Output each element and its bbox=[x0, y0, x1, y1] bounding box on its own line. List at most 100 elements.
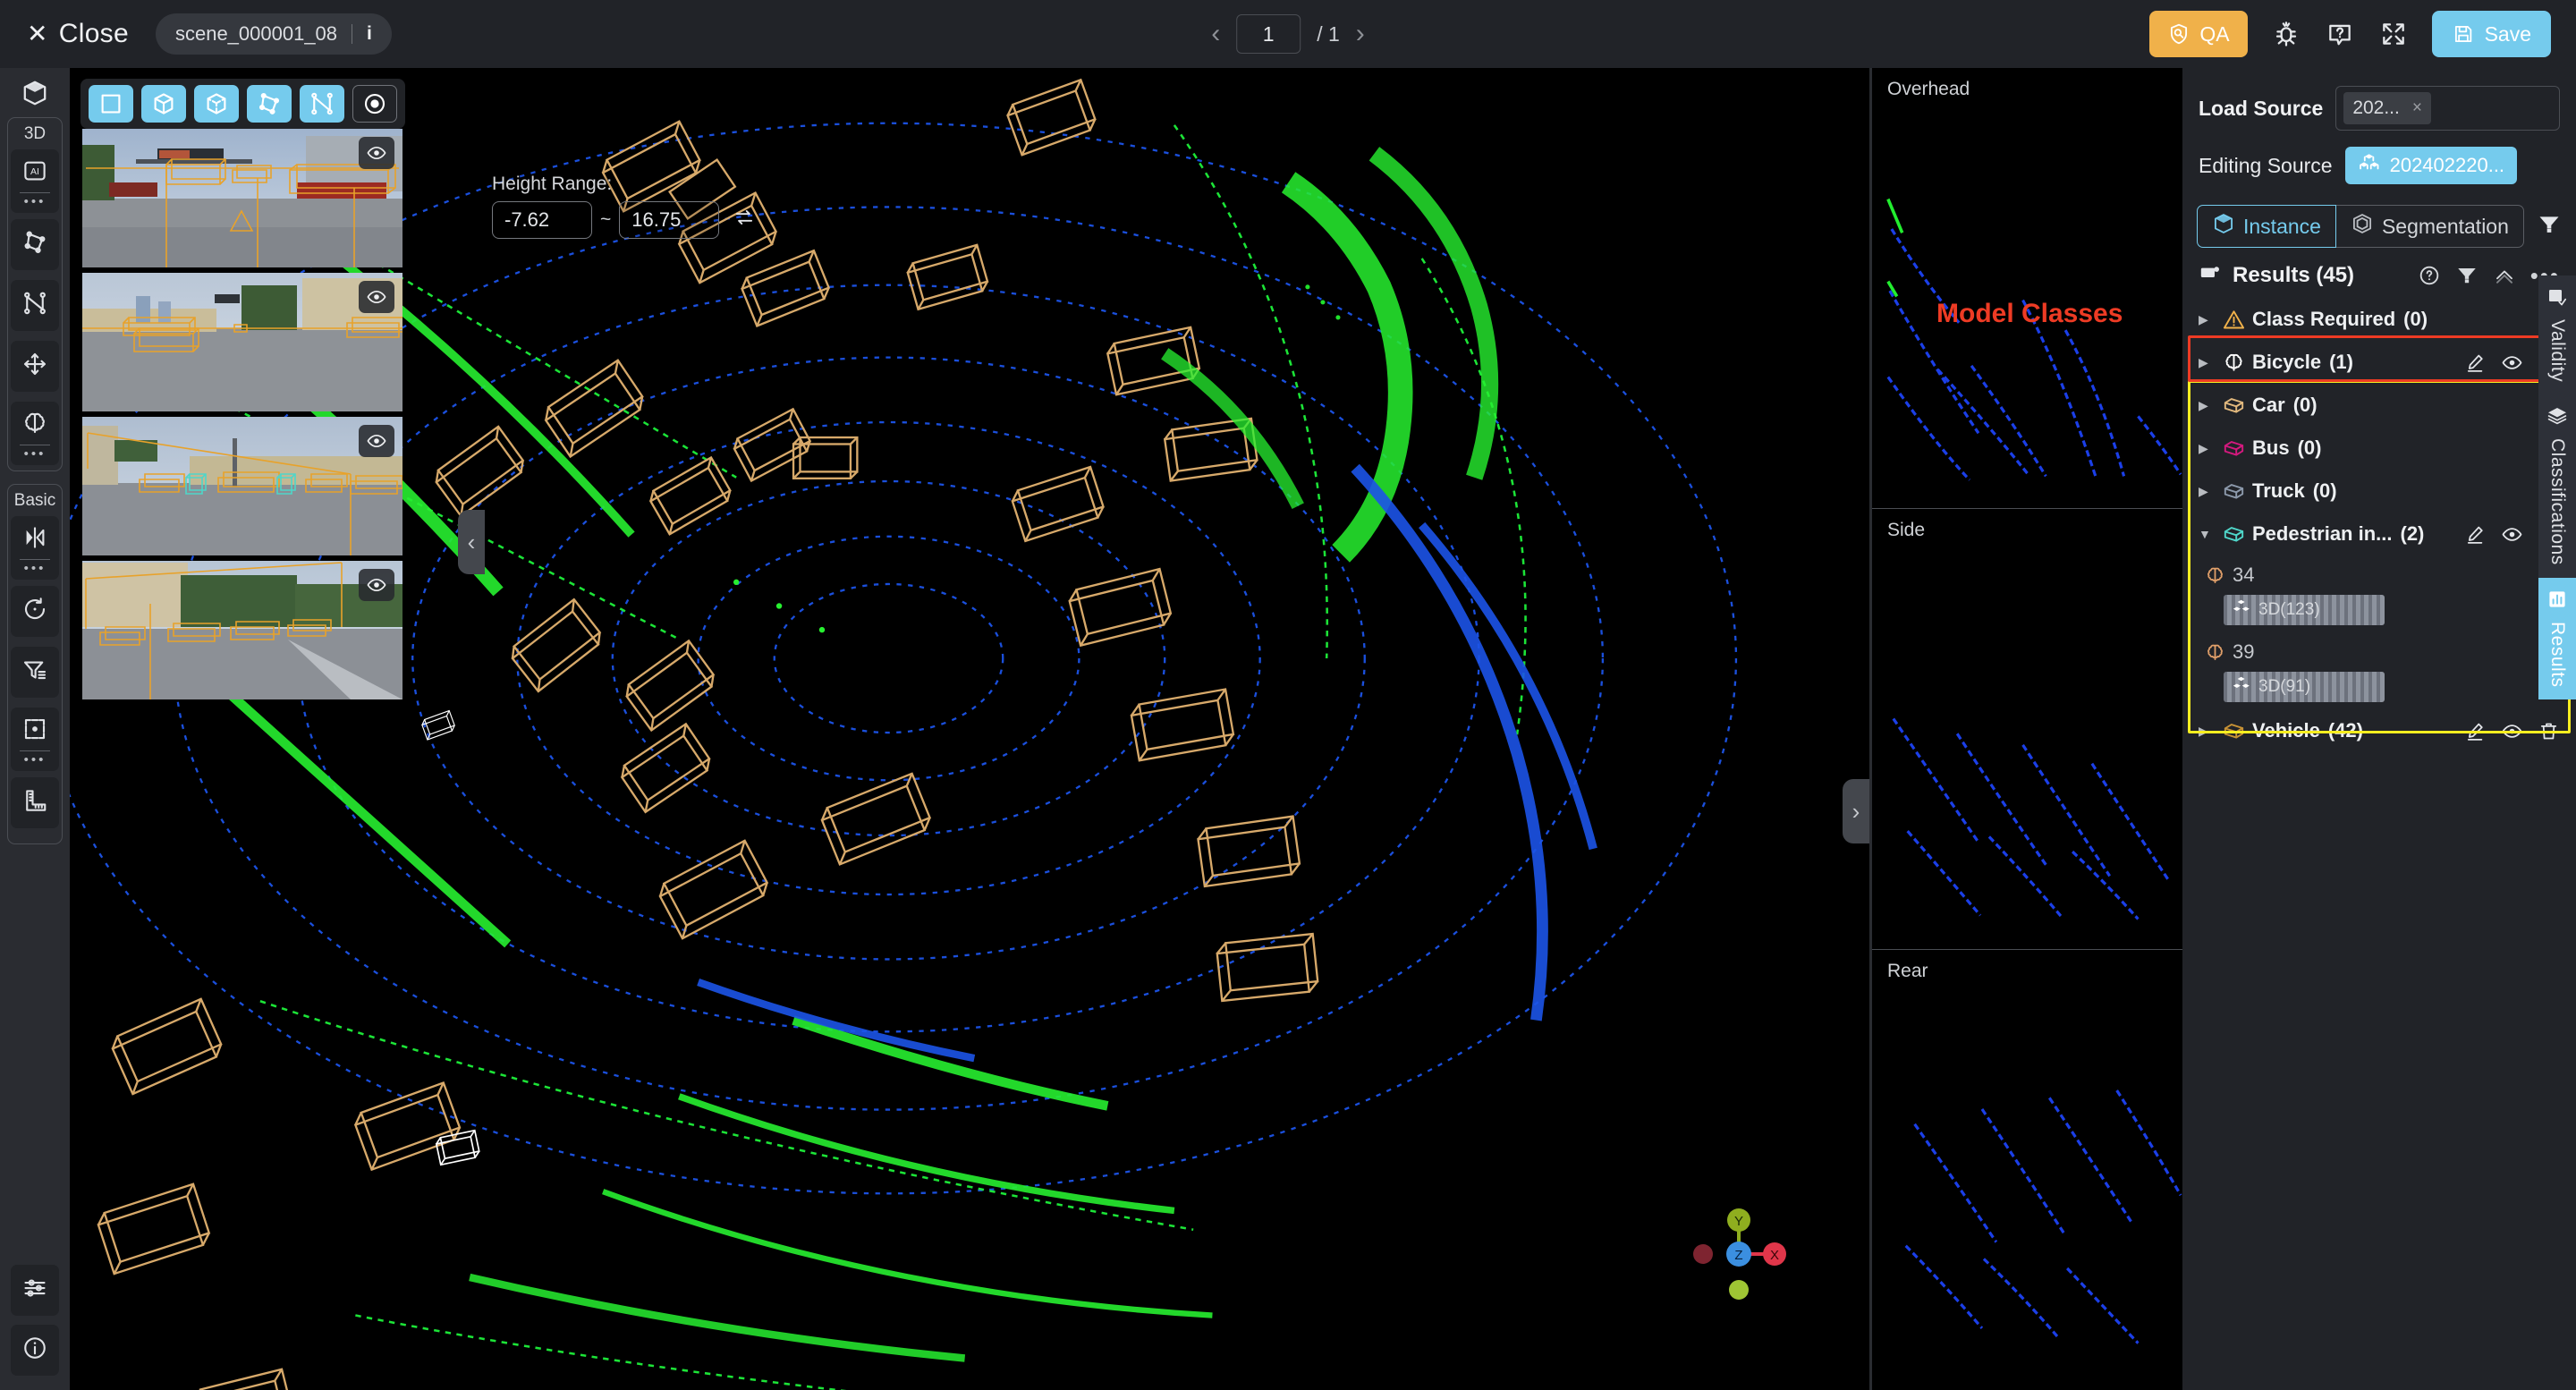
trash-icon[interactable] bbox=[2538, 720, 2560, 742]
tree-row-truck[interactable]: ▶ Truck (0) bbox=[2182, 470, 2576, 513]
swap-icon[interactable] bbox=[733, 206, 756, 234]
pencil-icon[interactable] bbox=[2464, 523, 2487, 546]
side-tab-results[interactable]: Results bbox=[2538, 577, 2576, 700]
load-source-field[interactable]: 202... × bbox=[2335, 86, 2560, 131]
cube-dashed-icon bbox=[207, 93, 226, 114]
close-button[interactable]: ✕ Close bbox=[27, 19, 129, 49]
instance-row-34[interactable]: 34 bbox=[2182, 555, 2576, 595]
help-icon[interactable] bbox=[2325, 19, 2355, 49]
settings-sliders-button[interactable] bbox=[11, 1265, 59, 1316]
collapse-camera-strip-button[interactable]: ‹ bbox=[458, 510, 485, 574]
model-tool-button[interactable]: ••• bbox=[11, 402, 59, 465]
camera-visibility-toggle[interactable] bbox=[359, 281, 394, 313]
polyline-mode-button[interactable] bbox=[300, 85, 344, 123]
measure-tool-button[interactable] bbox=[11, 777, 59, 828]
bug-icon[interactable] bbox=[2271, 19, 2301, 49]
help-circle-icon[interactable] bbox=[2418, 264, 2441, 287]
camera-visibility-toggle[interactable] bbox=[359, 425, 394, 457]
cube-dashed-mode-button[interactable] bbox=[194, 85, 239, 123]
panel-filter-icon[interactable] bbox=[2537, 212, 2562, 242]
chevron-right-icon[interactable]: ▶ bbox=[2199, 398, 2222, 413]
editing-source-chip[interactable]: 202402220... bbox=[2344, 147, 2518, 184]
fullscreen-icon[interactable] bbox=[2378, 19, 2409, 49]
chevron-right-icon[interactable]: ▶ bbox=[2199, 724, 2222, 739]
pencil-icon[interactable] bbox=[2464, 352, 2487, 374]
tree-row-bicycle[interactable]: ▶ Bicycle (1) bbox=[2182, 341, 2576, 384]
eye-icon[interactable] bbox=[2501, 352, 2523, 374]
tree-count: (42) bbox=[2327, 719, 2363, 742]
ai-tool-more[interactable]: ••• bbox=[20, 192, 50, 208]
mini-view-rear[interactable]: Rear bbox=[1872, 950, 2182, 1390]
mirror-tool-more[interactable]: ••• bbox=[20, 559, 50, 575]
axis-gizmo[interactable]: Y X Z bbox=[1685, 1200, 1792, 1308]
pencil-icon[interactable] bbox=[2464, 720, 2487, 742]
polygon-tool-button[interactable] bbox=[11, 219, 59, 270]
chevron-right-icon[interactable]: ▶ bbox=[2199, 312, 2222, 327]
chevron-down-icon[interactable]: ▼ bbox=[2199, 527, 2222, 541]
side-tab-label: Validity bbox=[2547, 319, 2568, 383]
mirror-icon bbox=[21, 524, 48, 555]
save-button[interactable]: Save bbox=[2431, 11, 2551, 57]
prev-page-icon[interactable]: ‹ bbox=[1211, 21, 1220, 47]
mini-view-side[interactable]: Side Dataset Classes bbox=[1872, 509, 2182, 950]
mirror-tool-button[interactable]: ••• bbox=[11, 516, 59, 580]
eye-icon[interactable] bbox=[2501, 720, 2523, 742]
camera-visibility-toggle[interactable] bbox=[359, 569, 394, 601]
tree-count: (1) bbox=[2329, 351, 2353, 373]
side-tab-validity[interactable]: Validity bbox=[2538, 275, 2576, 395]
chevron-right-icon: › bbox=[1852, 797, 1860, 825]
tree-row-vehicle[interactable]: ▶ Vehicle (42) bbox=[2182, 709, 2576, 752]
eye-icon bbox=[367, 578, 386, 592]
height-min-input[interactable]: -7.62 bbox=[492, 201, 592, 239]
scene-chip[interactable]: scene_000001_08 i bbox=[155, 13, 392, 55]
info-icon[interactable]: i bbox=[367, 23, 372, 45]
mini-view-overhead[interactable]: Overhead Model Classes bbox=[1872, 68, 2182, 509]
polygon-mode-button[interactable] bbox=[247, 85, 292, 123]
camera-thumb-rear[interactable] bbox=[82, 561, 402, 699]
info-circle-button[interactable] bbox=[11, 1325, 59, 1376]
polyline-tool-button[interactable] bbox=[11, 280, 59, 331]
chevron-right-icon[interactable]: ▶ bbox=[2199, 484, 2222, 499]
height-max-input[interactable]: 16.75 bbox=[619, 201, 720, 239]
instance-3d-chip-39[interactable]: 3D(91) bbox=[2224, 672, 2385, 702]
dot-circle-icon bbox=[364, 93, 386, 114]
tree-row-bus[interactable]: ▶ Bus (0) bbox=[2182, 427, 2576, 470]
undo-tool-button[interactable] bbox=[11, 586, 59, 637]
pointcloud-viewport[interactable]: ‹ › Height Range: -7.62 ~ 16.75 Y X Z bbox=[70, 68, 1869, 1390]
focus-tool-button[interactable]: ••• bbox=[11, 708, 59, 771]
camera-thumb-front-left[interactable] bbox=[82, 273, 402, 411]
cube-outline-icon bbox=[2222, 719, 2252, 743]
camera-thumb-front-right[interactable] bbox=[82, 417, 402, 555]
next-page-icon[interactable]: › bbox=[1356, 21, 1365, 47]
chevron-right-icon[interactable]: ▶ bbox=[2199, 355, 2222, 370]
ai-tool-button[interactable]: AI ••• bbox=[11, 149, 59, 213]
rect-2d-mode-button[interactable] bbox=[89, 85, 133, 123]
tree-row-car[interactable]: ▶ Car (0) bbox=[2182, 384, 2576, 427]
close-icon[interactable]: × bbox=[2412, 98, 2422, 118]
expand-mini-views-button[interactable]: › bbox=[1843, 779, 1869, 843]
move-tool-button[interactable] bbox=[11, 341, 59, 392]
eye-icon[interactable] bbox=[2501, 523, 2523, 546]
side-tab-classifications[interactable]: Classifications bbox=[2538, 394, 2576, 578]
camera-visibility-toggle[interactable] bbox=[359, 137, 394, 169]
tree-label: Bus bbox=[2252, 436, 2290, 459]
tab-instance[interactable]: Instance bbox=[2197, 205, 2336, 248]
tree-row-pedestrian-in[interactable]: ▼ Pedestrian in... (2) bbox=[2182, 513, 2576, 555]
point-mode-button[interactable] bbox=[352, 85, 397, 123]
filter-tool-button[interactable] bbox=[11, 647, 59, 698]
page-input[interactable]: 1 bbox=[1236, 14, 1301, 54]
cube-3d-mode-button[interactable] bbox=[141, 85, 186, 123]
instance-row-39[interactable]: 39 bbox=[2182, 632, 2576, 672]
camera-thumb-front[interactable] bbox=[82, 129, 402, 267]
tree-row-class-required[interactable]: ▶ Class Required (0) bbox=[2182, 298, 2576, 341]
qa-button[interactable]: QA bbox=[2149, 11, 2248, 57]
model-tool-more[interactable]: ••• bbox=[20, 445, 50, 461]
tree-count: (2) bbox=[2400, 522, 2425, 545]
tab-segmentation[interactable]: Segmentation bbox=[2335, 205, 2524, 248]
focus-tool-more[interactable]: ••• bbox=[20, 750, 50, 767]
instance-3d-chip-34[interactable]: 3D(123) bbox=[2224, 595, 2385, 625]
funnel-icon[interactable] bbox=[2455, 264, 2479, 287]
collapse-up-icon[interactable] bbox=[2493, 264, 2516, 287]
chevron-right-icon[interactable]: ▶ bbox=[2199, 441, 2222, 456]
load-source-tag[interactable]: 202... × bbox=[2343, 92, 2431, 124]
